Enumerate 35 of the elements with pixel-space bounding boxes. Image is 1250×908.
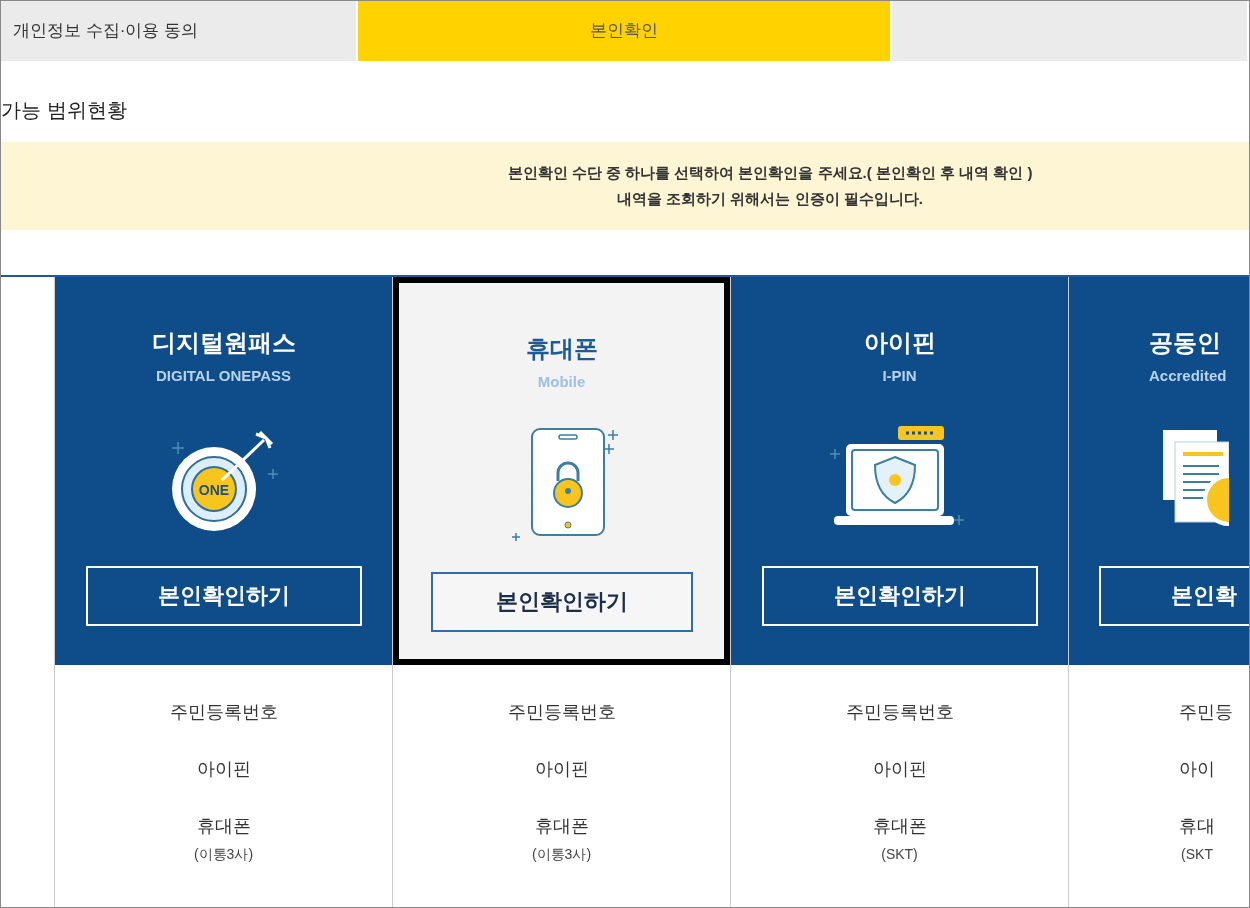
verify-button[interactable]: 본인확	[1099, 565, 1249, 626]
method-title: 휴대폰	[525, 334, 598, 364]
item-note: (이통3사)	[531, 845, 592, 864]
method-item: 휴대폰	[872, 815, 927, 838]
method-item: 주민등록번호	[845, 701, 954, 724]
method-item: 아이	[1179, 758, 1215, 781]
method-item: 아이핀	[196, 758, 251, 781]
item-note: (SKT)	[881, 845, 918, 864]
section-heading: 가능 범위현황	[1, 98, 128, 123]
method-card[interactable]: 공동인 Accredited 본인확	[1069, 277, 1249, 665]
method-item: 휴대폰	[534, 815, 589, 838]
method-title: 아이핀	[863, 328, 936, 358]
method-subtitle: Accredited	[1149, 366, 1227, 386]
notice-text: 본인확인 수단 중 하나를 선택하여 본인확인을 주세요.( 본인확인 후 내역 확인 )	[507, 162, 1033, 183]
method-item: 주민등록번호	[507, 701, 616, 724]
method-item: 아이핀	[872, 758, 927, 781]
method-title: 디지털원패스	[151, 328, 296, 358]
item-note: (SKT	[1181, 845, 1213, 864]
method-item: 주민등록번호	[169, 701, 278, 724]
method-subtitle: DIGITAL ONEPASS	[156, 366, 291, 386]
verify-button[interactable]: 본인확인하기	[761, 565, 1038, 626]
method-card[interactable]: 아이핀 I-PIN 본인확인하기	[731, 277, 1068, 665]
method-item: 아이핀	[534, 758, 589, 781]
method-item: 주민등	[1179, 701, 1233, 724]
method-item: 휴대	[1179, 815, 1215, 838]
method-title: 공동인	[1149, 328, 1221, 358]
verify-button[interactable]: 본인확인하기	[85, 565, 362, 626]
verify-button[interactable]: 본인확인하기	[430, 571, 693, 632]
item-note: (이통3사)	[193, 845, 254, 864]
method-subtitle: Mobile	[537, 372, 586, 392]
method-subtitle: I-PIN	[882, 366, 917, 386]
method-item: 휴대폰	[196, 815, 251, 838]
notice-text: 내역을 조회하기 위해서는 인증이 필수입니다.	[617, 189, 923, 209]
method-card[interactable]: 휴대폰 Mobile 본인확인하기	[393, 277, 730, 665]
method-card[interactable]: 디지털원패스 DIGITAL ONEPASS ONE 본인확인하기	[55, 277, 392, 665]
